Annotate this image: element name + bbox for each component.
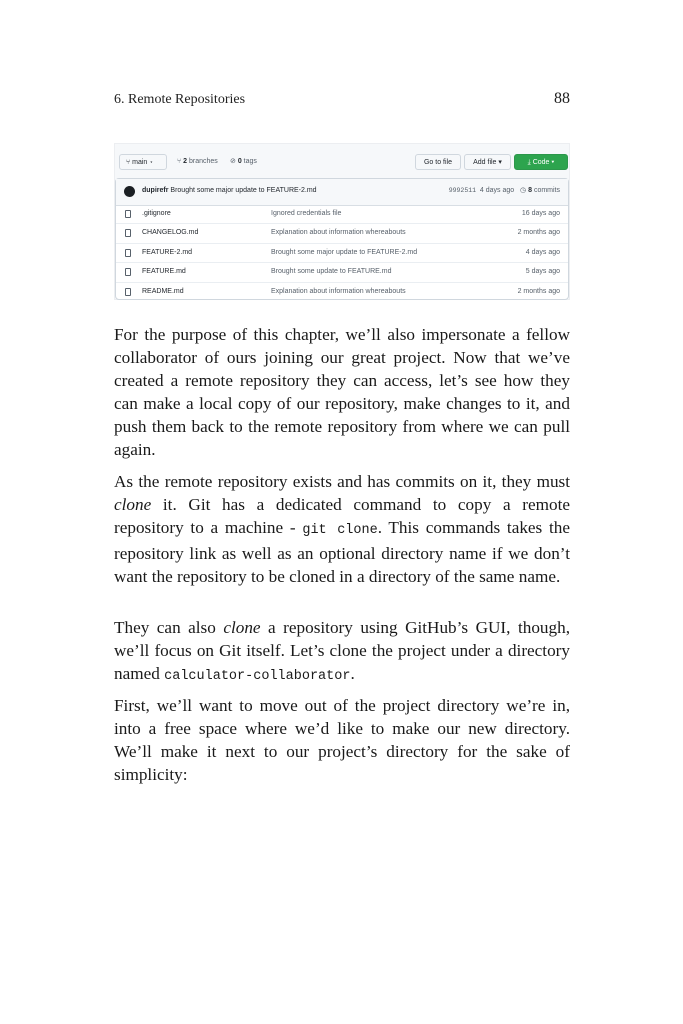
file-name[interactable]: FEATURE-2.md — [142, 244, 192, 262]
avatar[interactable] — [124, 186, 135, 197]
file-icon — [125, 268, 131, 277]
running-head: 6. Remote Repositories 88 — [114, 90, 570, 112]
table-row[interactable]: CHANGELOG.md Explanation about informati… — [116, 223, 568, 242]
table-row[interactable]: FEATURE-2.md Brought some major update t… — [116, 242, 568, 262]
paragraph-clone-command: As the remote repository exists and has … — [114, 470, 570, 588]
branches-count: 2 — [183, 158, 188, 165]
file-icon — [125, 210, 131, 218]
file-name[interactable]: README.md — [142, 283, 184, 301]
branches-label: branches — [189, 158, 218, 165]
table-row[interactable]: README.md Explanation about information … — [116, 281, 568, 301]
file-icon — [125, 248, 131, 257]
inline-code-git-clone: git clone — [302, 523, 378, 538]
emphasis-clone: clone — [114, 495, 152, 514]
file-list: dupirefr Brought some major update to FE… — [115, 178, 569, 300]
commits-link[interactable]: ◷ 8 commits — [520, 187, 560, 194]
commits-label: commits — [533, 187, 560, 194]
paragraph-clone-gui: They can also clone a repository using G… — [114, 616, 570, 688]
file-name[interactable]: .gitignore — [142, 205, 171, 223]
latest-commit-bar: dupirefr Brought some major update to FE… — [116, 179, 568, 206]
file-name[interactable]: FEATURE.md — [142, 263, 186, 281]
emphasis-clone: clone — [223, 618, 261, 637]
file-icon — [125, 287, 131, 296]
branch-label: main ▾ — [132, 159, 154, 166]
add-file-button[interactable]: Add file ▾ — [464, 154, 511, 170]
text-run: As the remote repository exists and has … — [114, 472, 570, 491]
chapter-title: 6. Remote Repositories — [114, 92, 246, 107]
file-icon — [125, 229, 131, 238]
tag-icon: ⊘ — [230, 158, 238, 165]
paragraph-move-out: First, we’ll want to move out of the pro… — [114, 696, 570, 784]
commit-sha[interactable]: 9992511 — [449, 187, 476, 194]
commits-count: 8 — [528, 187, 532, 194]
commit-meta: 9992511 4 days ago ◷ 8 commits — [449, 185, 560, 197]
file-commit-message[interactable]: Explanation about information whereabout… — [271, 224, 406, 242]
page-number: 88 — [554, 90, 570, 107]
tags-count: 0 — [237, 158, 242, 165]
file-age: 2 months ago — [517, 287, 560, 295]
file-name[interactable]: CHANGELOG.md — [142, 224, 198, 242]
tags-label: tags — [243, 158, 257, 165]
text-run: . — [350, 664, 355, 683]
file-rows: .gitignore Ignored credentials file 16 d… — [116, 205, 568, 301]
file-commit-message[interactable]: Explanation about information whereabout… — [271, 283, 406, 301]
repository-screenshot: ⑂ main ▾ ⑂ 2 branches ⊘ 0 tags Go to fil… — [114, 143, 570, 300]
text-run: They can also — [114, 618, 224, 637]
file-commit-message[interactable]: Brought some major update to FEATURE-2.m… — [271, 244, 417, 262]
file-commit-message[interactable]: Ignored credentials file — [271, 205, 341, 223]
table-row[interactable]: .gitignore Ignored credentials file 16 d… — [116, 205, 568, 223]
file-commit-message[interactable]: Brought some update to FEATURE.md — [271, 263, 391, 281]
branch-select-button[interactable]: ⑂ main ▾ — [119, 154, 167, 170]
table-row[interactable]: FEATURE.md Brought some update to FEATUR… — [116, 262, 568, 281]
go-to-file-button[interactable]: Go to file — [415, 154, 461, 170]
file-age: 16 days ago — [521, 210, 560, 217]
inline-code-directory: calculator-collaborator — [164, 669, 351, 684]
paragraph-intro: For the purpose of this chapter, we’ll a… — [114, 325, 570, 459]
file-age: 2 months ago — [517, 229, 560, 237]
commit-author[interactable]: dupirefr — [142, 187, 168, 194]
tags-link[interactable]: ⊘ 0 tags — [230, 154, 257, 170]
history-icon: ◷ — [520, 187, 529, 194]
repo-toolbar: ⑂ main ▾ ⑂ 2 branches ⊘ 0 tags Go to fil… — [115, 144, 569, 178]
code-button-label: Code ▾ — [532, 159, 555, 166]
commit-age: 4 days ago — [479, 187, 515, 194]
latest-commit-message: dupirefr Brought some major update to FE… — [142, 185, 317, 197]
code-button[interactable]: ⤓ Code ▾ — [514, 154, 568, 170]
file-age: 4 days ago — [525, 248, 560, 256]
branches-link[interactable]: ⑂ 2 branches — [177, 154, 218, 170]
commit-message[interactable]: Brought some major update to FEATURE-2.m… — [170, 187, 316, 194]
file-age: 5 days ago — [525, 268, 560, 276]
